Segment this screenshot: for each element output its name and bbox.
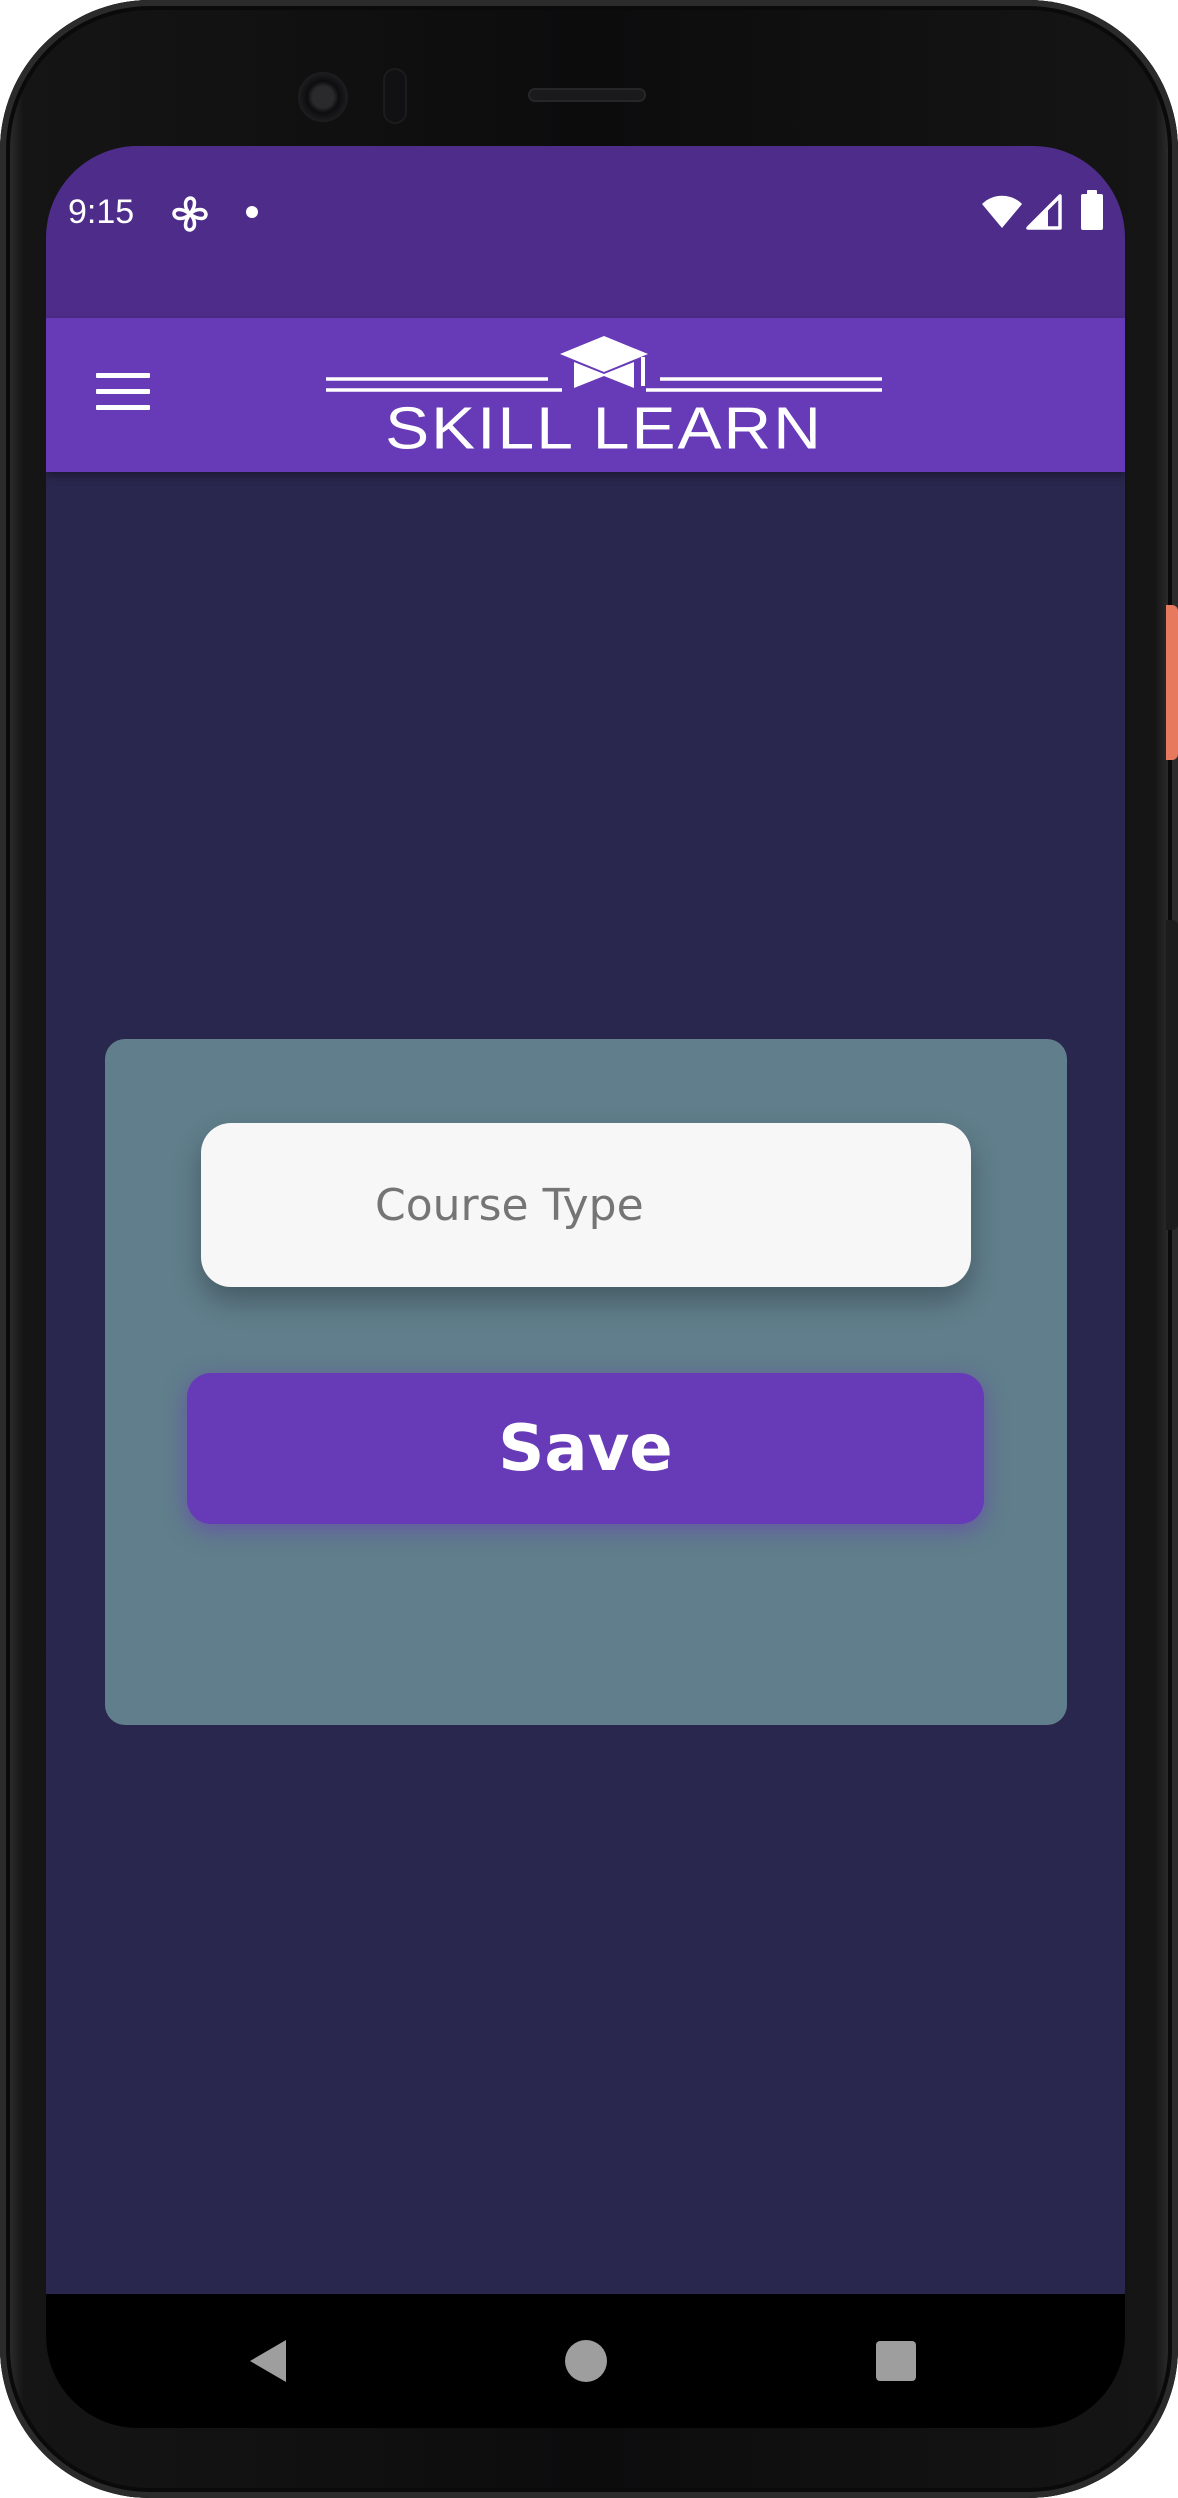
app-logo: SKILL LEARN xyxy=(326,332,882,462)
course-type-field[interactable] xyxy=(201,1123,971,1287)
recents-icon[interactable] xyxy=(876,2341,916,2381)
cellular-signal-icon xyxy=(1026,194,1062,230)
volume-button xyxy=(1166,920,1178,1230)
status-bar: 9:15 xyxy=(46,146,1125,318)
logo-text: SKILL LEARN xyxy=(385,394,823,461)
course-type-input[interactable] xyxy=(201,1178,971,1232)
power-button xyxy=(1166,605,1178,760)
home-icon[interactable] xyxy=(565,2340,607,2382)
save-button[interactable]: Save xyxy=(187,1373,984,1524)
battery-icon xyxy=(1081,190,1103,230)
navigation-bar xyxy=(46,2294,1125,2428)
notification-dot-icon xyxy=(246,206,258,218)
wifi-icon xyxy=(982,195,1022,228)
course-type-card: Save xyxy=(105,1039,1067,1725)
front-camera xyxy=(298,72,348,122)
fan-icon xyxy=(172,196,208,232)
proximity-sensor xyxy=(383,68,407,124)
graduation-cap-icon xyxy=(326,336,882,392)
screen: 9:15 SKILL LEARN Course Type Save xyxy=(46,146,1125,2428)
menu-icon[interactable] xyxy=(96,373,150,413)
back-icon[interactable] xyxy=(248,2338,288,2384)
status-time: 9:15 xyxy=(68,193,135,231)
earpiece-speaker xyxy=(528,88,646,102)
app-bar: SKILL LEARN xyxy=(46,318,1125,472)
phone-frame: 9:15 SKILL LEARN Course Type Save xyxy=(0,0,1178,2498)
